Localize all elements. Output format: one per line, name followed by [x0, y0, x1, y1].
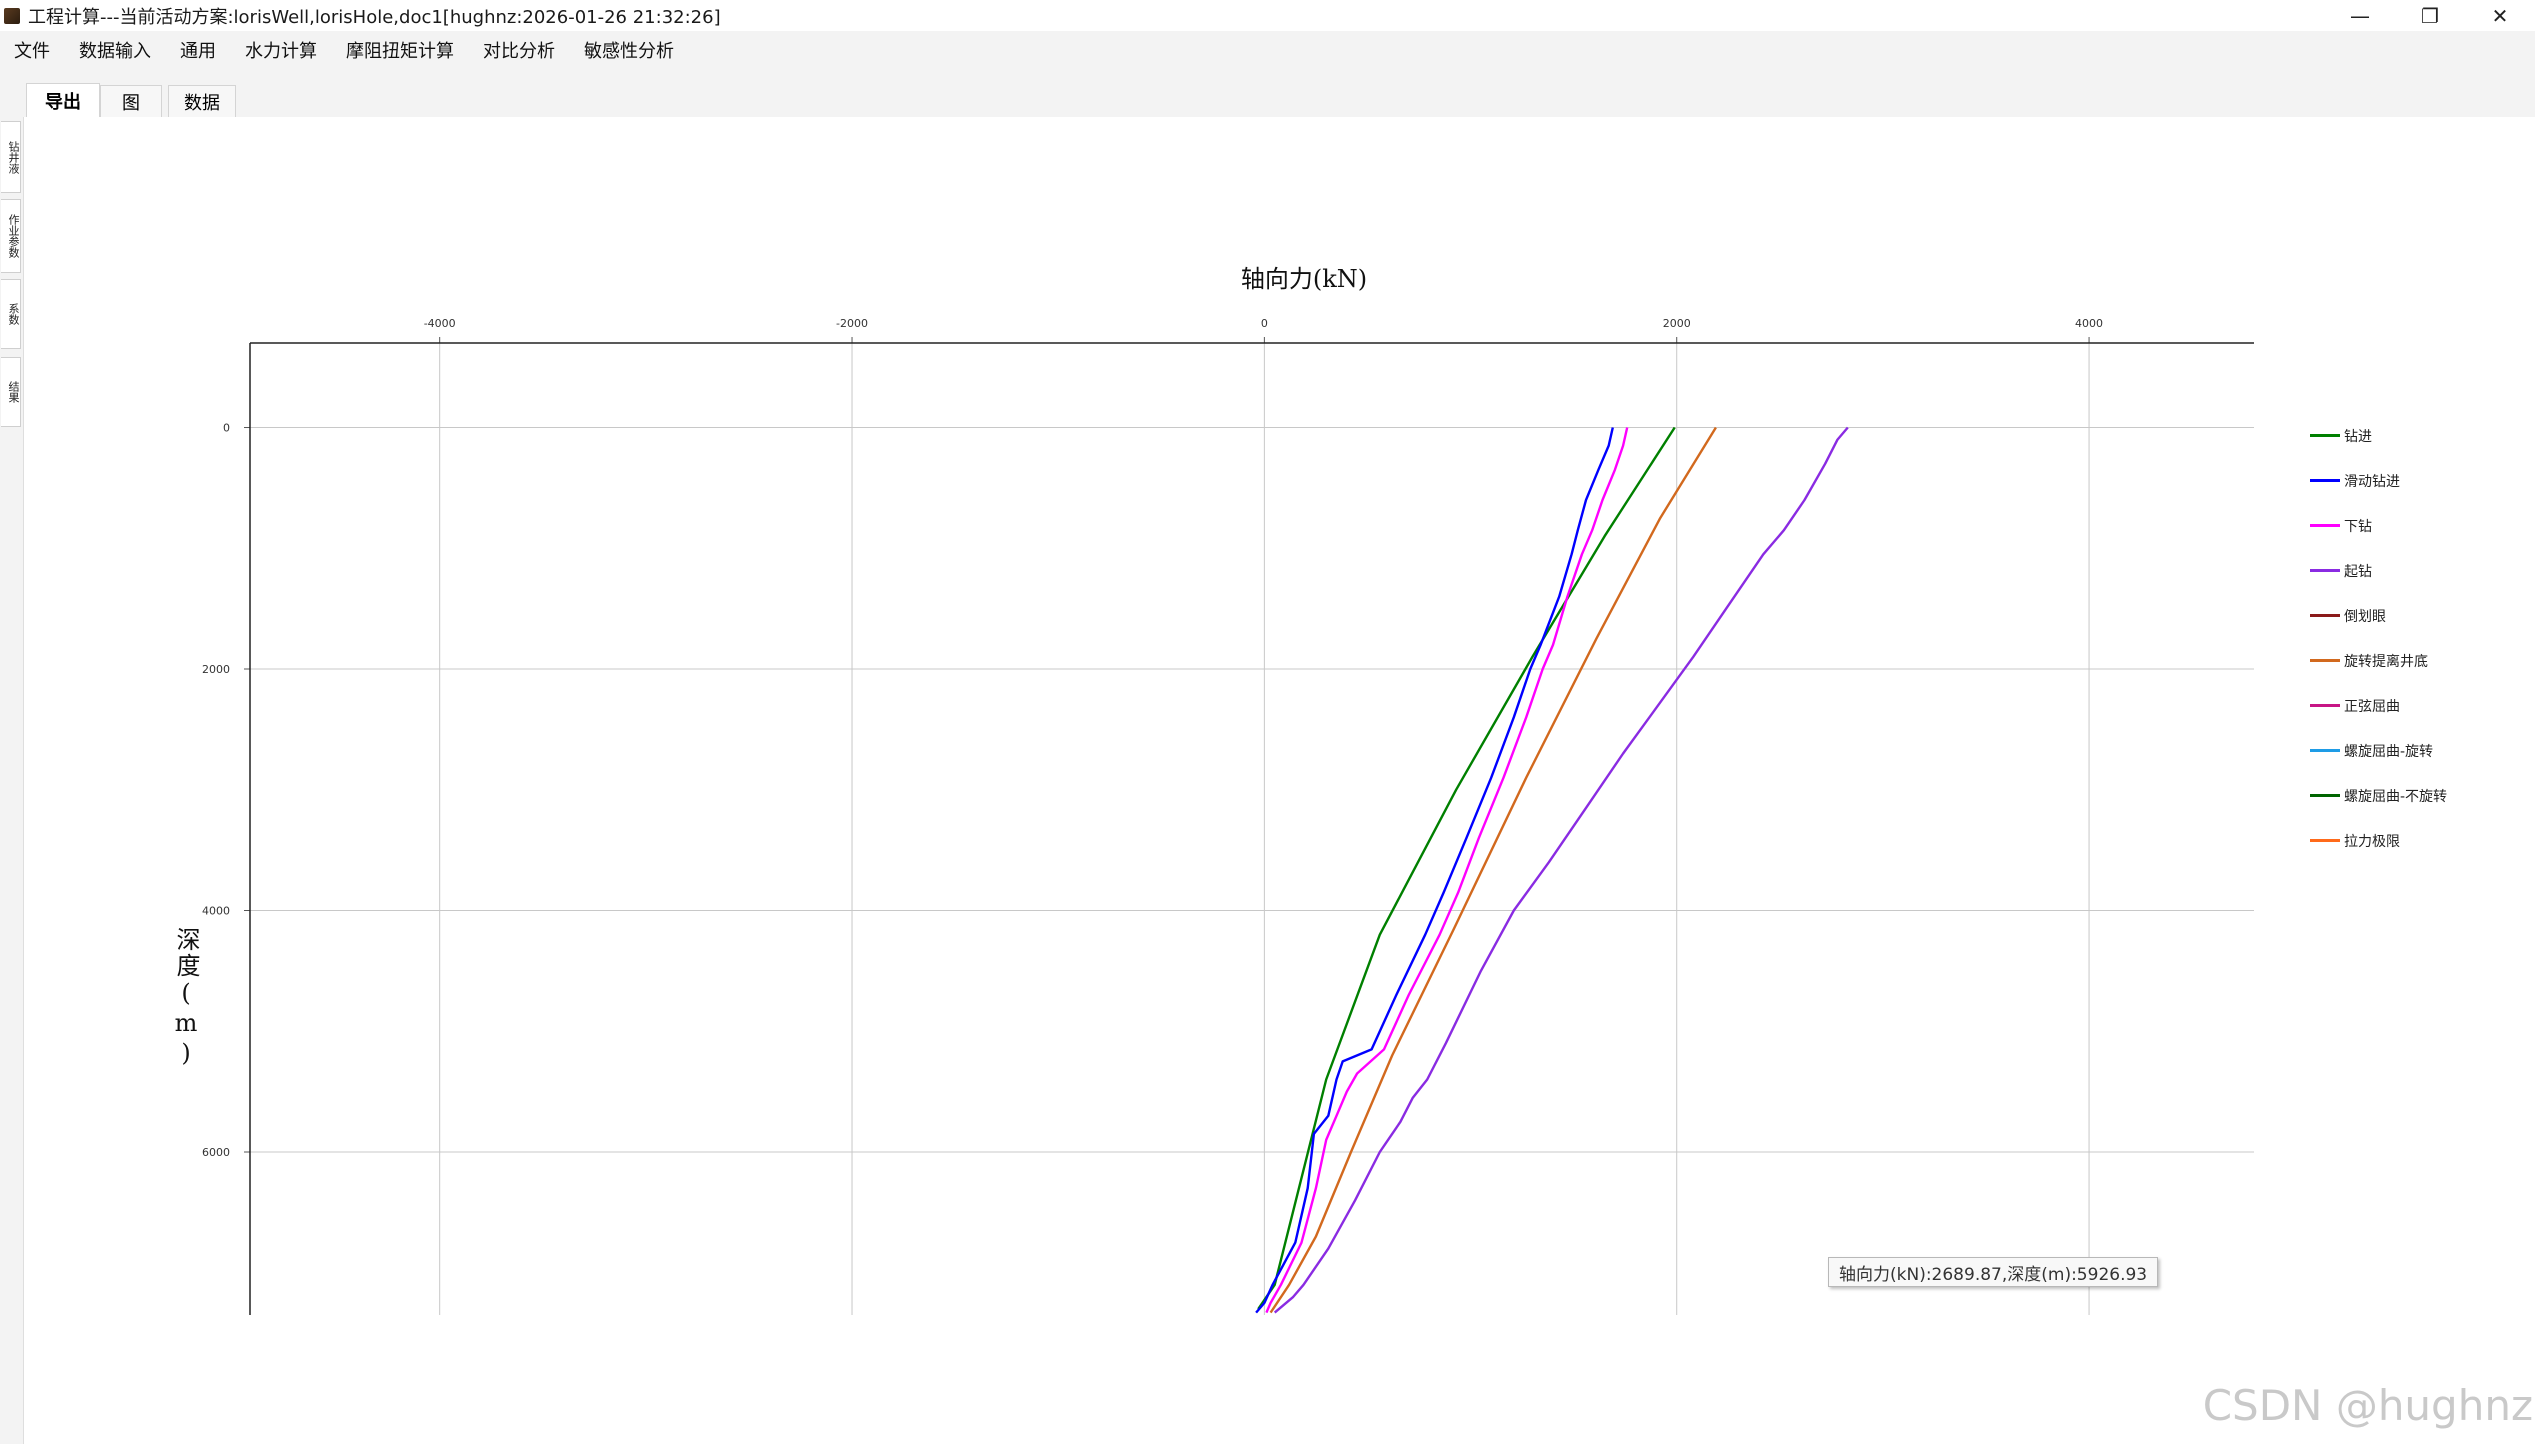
legend-swatch: [2310, 749, 2340, 752]
legend-swatch: [2310, 569, 2340, 572]
side-tab-coefficients[interactable]: 系数: [1, 279, 21, 349]
y-tick-label: 0: [223, 422, 230, 435]
legend: 钻进 滑动钻进 下钻 起钻 倒划眼 旋转提离井底 正弦屈曲 螺旋屈曲-旋转 螺旋…: [2310, 413, 2535, 863]
legend-label: 拉力极限: [2344, 833, 2400, 850]
menu-comparison[interactable]: 对比分析: [469, 37, 570, 63]
x-tick-label: -2000: [836, 317, 868, 330]
legend-item[interactable]: 起钻: [2310, 548, 2535, 593]
legend-swatch: [2310, 434, 2340, 437]
side-tab-results[interactable]: 结果: [1, 357, 21, 427]
tab-export[interactable]: 导出: [26, 83, 100, 117]
legend-label: 正弦屈曲: [2344, 698, 2400, 715]
series-line: [1265, 427, 1629, 1314]
y-tick-label: 6000: [202, 1146, 230, 1159]
tab-chart[interactable]: 图: [100, 85, 162, 117]
side-tab-drilling-fluid[interactable]: 钻井液: [1, 121, 21, 193]
legend-item[interactable]: 下钻: [2310, 503, 2535, 548]
legend-swatch: [2310, 479, 2340, 482]
y-tick-label: 4000: [202, 905, 230, 918]
legend-swatch: [2310, 614, 2340, 617]
legend-label: 下钻: [2344, 518, 2372, 535]
plot-area[interactable]: -4000 -2000 0 2000 4000 0 2000 4000 6000: [24, 117, 2535, 1444]
side-tab-strip: 钻井液 作业参数 系数 结果: [0, 117, 24, 1444]
x-tick-label: 4000: [2075, 317, 2103, 330]
legend-label: 滑动钻进: [2344, 473, 2400, 490]
menu-general[interactable]: 通用: [166, 37, 231, 63]
watermark: CSDN @hughnz: [2202, 1381, 2533, 1430]
close-button[interactable]: ✕: [2465, 0, 2535, 31]
legend-swatch: [2310, 704, 2340, 707]
menu-file[interactable]: 文件: [0, 37, 65, 63]
x-tick-label: -4000: [424, 317, 456, 330]
legend-label: 旋转提离井底: [2344, 653, 2428, 670]
data-tooltip: 轴向力(kN):2689.87,深度(m):5926.93: [1828, 1257, 2159, 1287]
legend-swatch: [2310, 794, 2340, 797]
minimize-button[interactable]: —: [2325, 0, 2395, 31]
x-tick-label: 0: [1261, 317, 1268, 330]
legend-swatch: [2310, 659, 2340, 662]
tab-strip: 导出 图 数据: [0, 69, 2535, 117]
series-line: [1273, 426, 1849, 1314]
legend-swatch: [2310, 524, 2340, 527]
legend-label: 倒划眼: [2344, 608, 2386, 625]
legend-item[interactable]: 拉力极限: [2310, 818, 2535, 863]
window-controls: — ❐ ✕: [2325, 0, 2535, 31]
legend-label: 螺旋屈曲-不旋转: [2344, 788, 2448, 805]
y-tick-label: 2000: [202, 663, 230, 676]
menu-sensitivity[interactable]: 敏感性分析: [570, 37, 689, 63]
legend-item[interactable]: 螺旋屈曲-旋转: [2310, 728, 2535, 773]
legend-item[interactable]: 钻进: [2310, 413, 2535, 458]
legend-item[interactable]: 滑动钻进: [2310, 458, 2535, 503]
menu-torque-drag[interactable]: 摩阻扭矩计算: [332, 37, 469, 63]
tab-data[interactable]: 数据: [168, 85, 236, 117]
series-line: [1255, 427, 1614, 1314]
legend-label: 螺旋屈曲-旋转: [2344, 743, 2434, 760]
legend-label: 钻进: [2344, 428, 2372, 445]
legend-swatch: [2310, 839, 2340, 842]
legend-item[interactable]: 正弦屈曲: [2310, 683, 2535, 728]
maximize-button[interactable]: ❐: [2395, 0, 2465, 31]
menu-hydraulics[interactable]: 水力计算: [231, 37, 332, 63]
legend-item[interactable]: 倒划眼: [2310, 593, 2535, 638]
legend-item[interactable]: 旋转提离井底: [2310, 638, 2535, 683]
legend-label: 起钻: [2344, 563, 2372, 580]
legend-item[interactable]: 螺旋屈曲-不旋转: [2310, 773, 2535, 818]
x-tick-label: 2000: [1663, 317, 1691, 330]
chart-panel: 轴向力(kN) 深度(m) -4000 -2000 0 2000 4000 0 2000 40…: [24, 117, 2535, 1444]
series-line: [1269, 426, 1717, 1314]
side-tab-operating-params[interactable]: 作业参数: [1, 199, 21, 273]
app-icon: [4, 7, 20, 24]
menu-data-input[interactable]: 数据输入: [65, 37, 166, 63]
menu-bar: 文件 数据输入 通用 水力计算 摩阻扭矩计算 对比分析 敏感性分析: [0, 31, 2535, 69]
window-title: 工程计算---当前活动方案:lorisWell,lorisHole,doc1[h…: [28, 6, 721, 28]
title-bar: 工程计算---当前活动方案:lorisWell,lorisHole,doc1[h…: [0, 0, 2535, 32]
